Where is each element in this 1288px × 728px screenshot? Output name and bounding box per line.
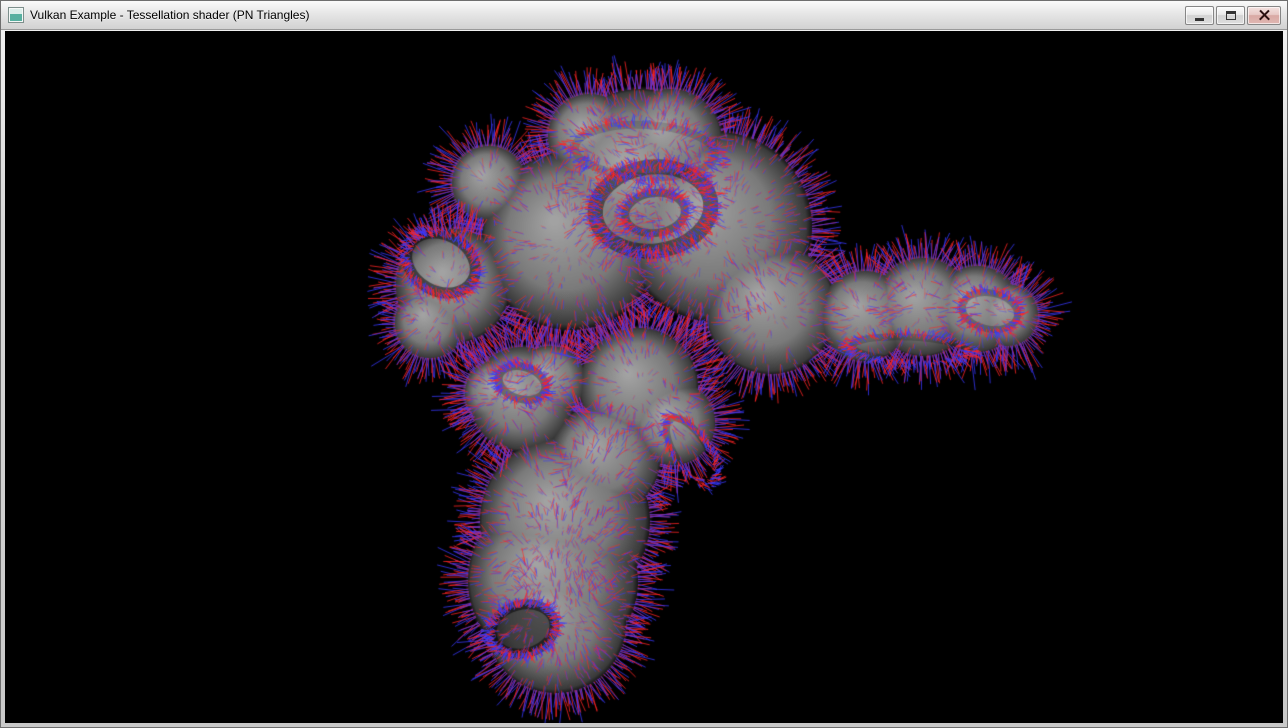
render-viewport[interactable] <box>5 31 1283 723</box>
app-window: Vulkan Example - Tessellation shader (PN… <box>0 0 1288 728</box>
window-controls <box>1183 6 1281 25</box>
close-button[interactable] <box>1247 6 1281 25</box>
close-icon <box>1259 10 1270 21</box>
minimize-icon <box>1195 18 1204 21</box>
window-title: Vulkan Example - Tessellation shader (PN… <box>30 8 1183 22</box>
minimize-button[interactable] <box>1185 6 1214 25</box>
render-canvas[interactable] <box>5 31 1283 723</box>
maximize-icon <box>1226 11 1236 20</box>
titlebar[interactable]: Vulkan Example - Tessellation shader (PN… <box>1 1 1287 30</box>
maximize-button[interactable] <box>1216 6 1245 25</box>
vulkan-app-icon[interactable] <box>8 7 24 23</box>
